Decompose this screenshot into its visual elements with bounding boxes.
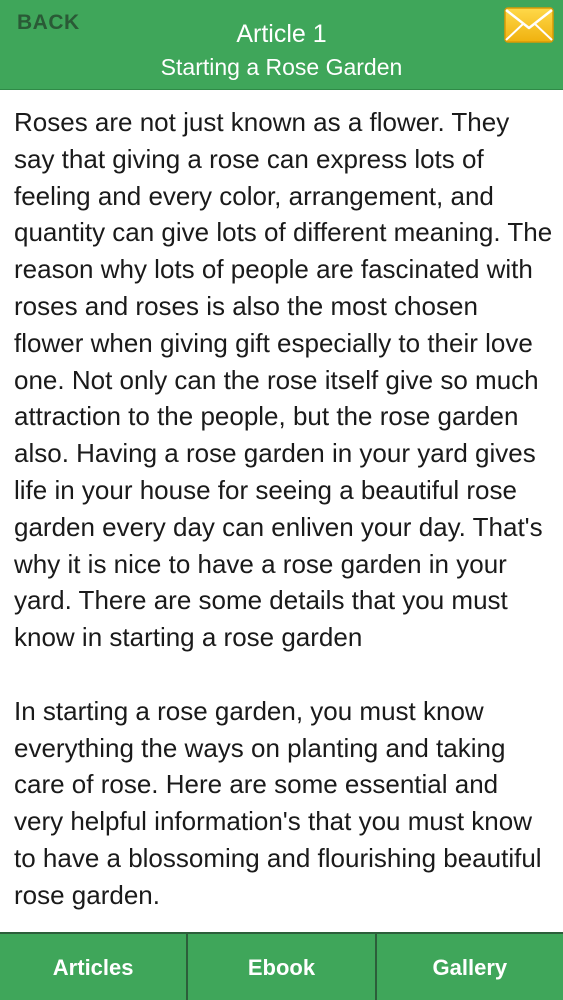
page-subtitle: Starting a Rose Garden <box>160 54 403 80</box>
app-screen: BACK Article 1 Starting a Rose Garden Ro… <box>0 0 563 1000</box>
header-bar: BACK Article 1 Starting a Rose Garden <box>0 0 563 90</box>
mail-envelope-icon <box>504 7 554 43</box>
tab-ebook[interactable]: Ebook <box>188 934 377 1000</box>
article-body: Roses are not just known as a flower. Th… <box>14 107 553 910</box>
article-content[interactable]: Roses are not just known as a flower. Th… <box>0 90 563 932</box>
mail-button[interactable] <box>504 7 554 43</box>
tab-articles[interactable]: Articles <box>0 934 189 1000</box>
tab-gallery[interactable]: Gallery <box>377 934 563 1000</box>
bottom-tab-bar: Articles Ebook Gallery <box>0 932 563 1000</box>
page-title: Article 1 <box>236 20 327 48</box>
